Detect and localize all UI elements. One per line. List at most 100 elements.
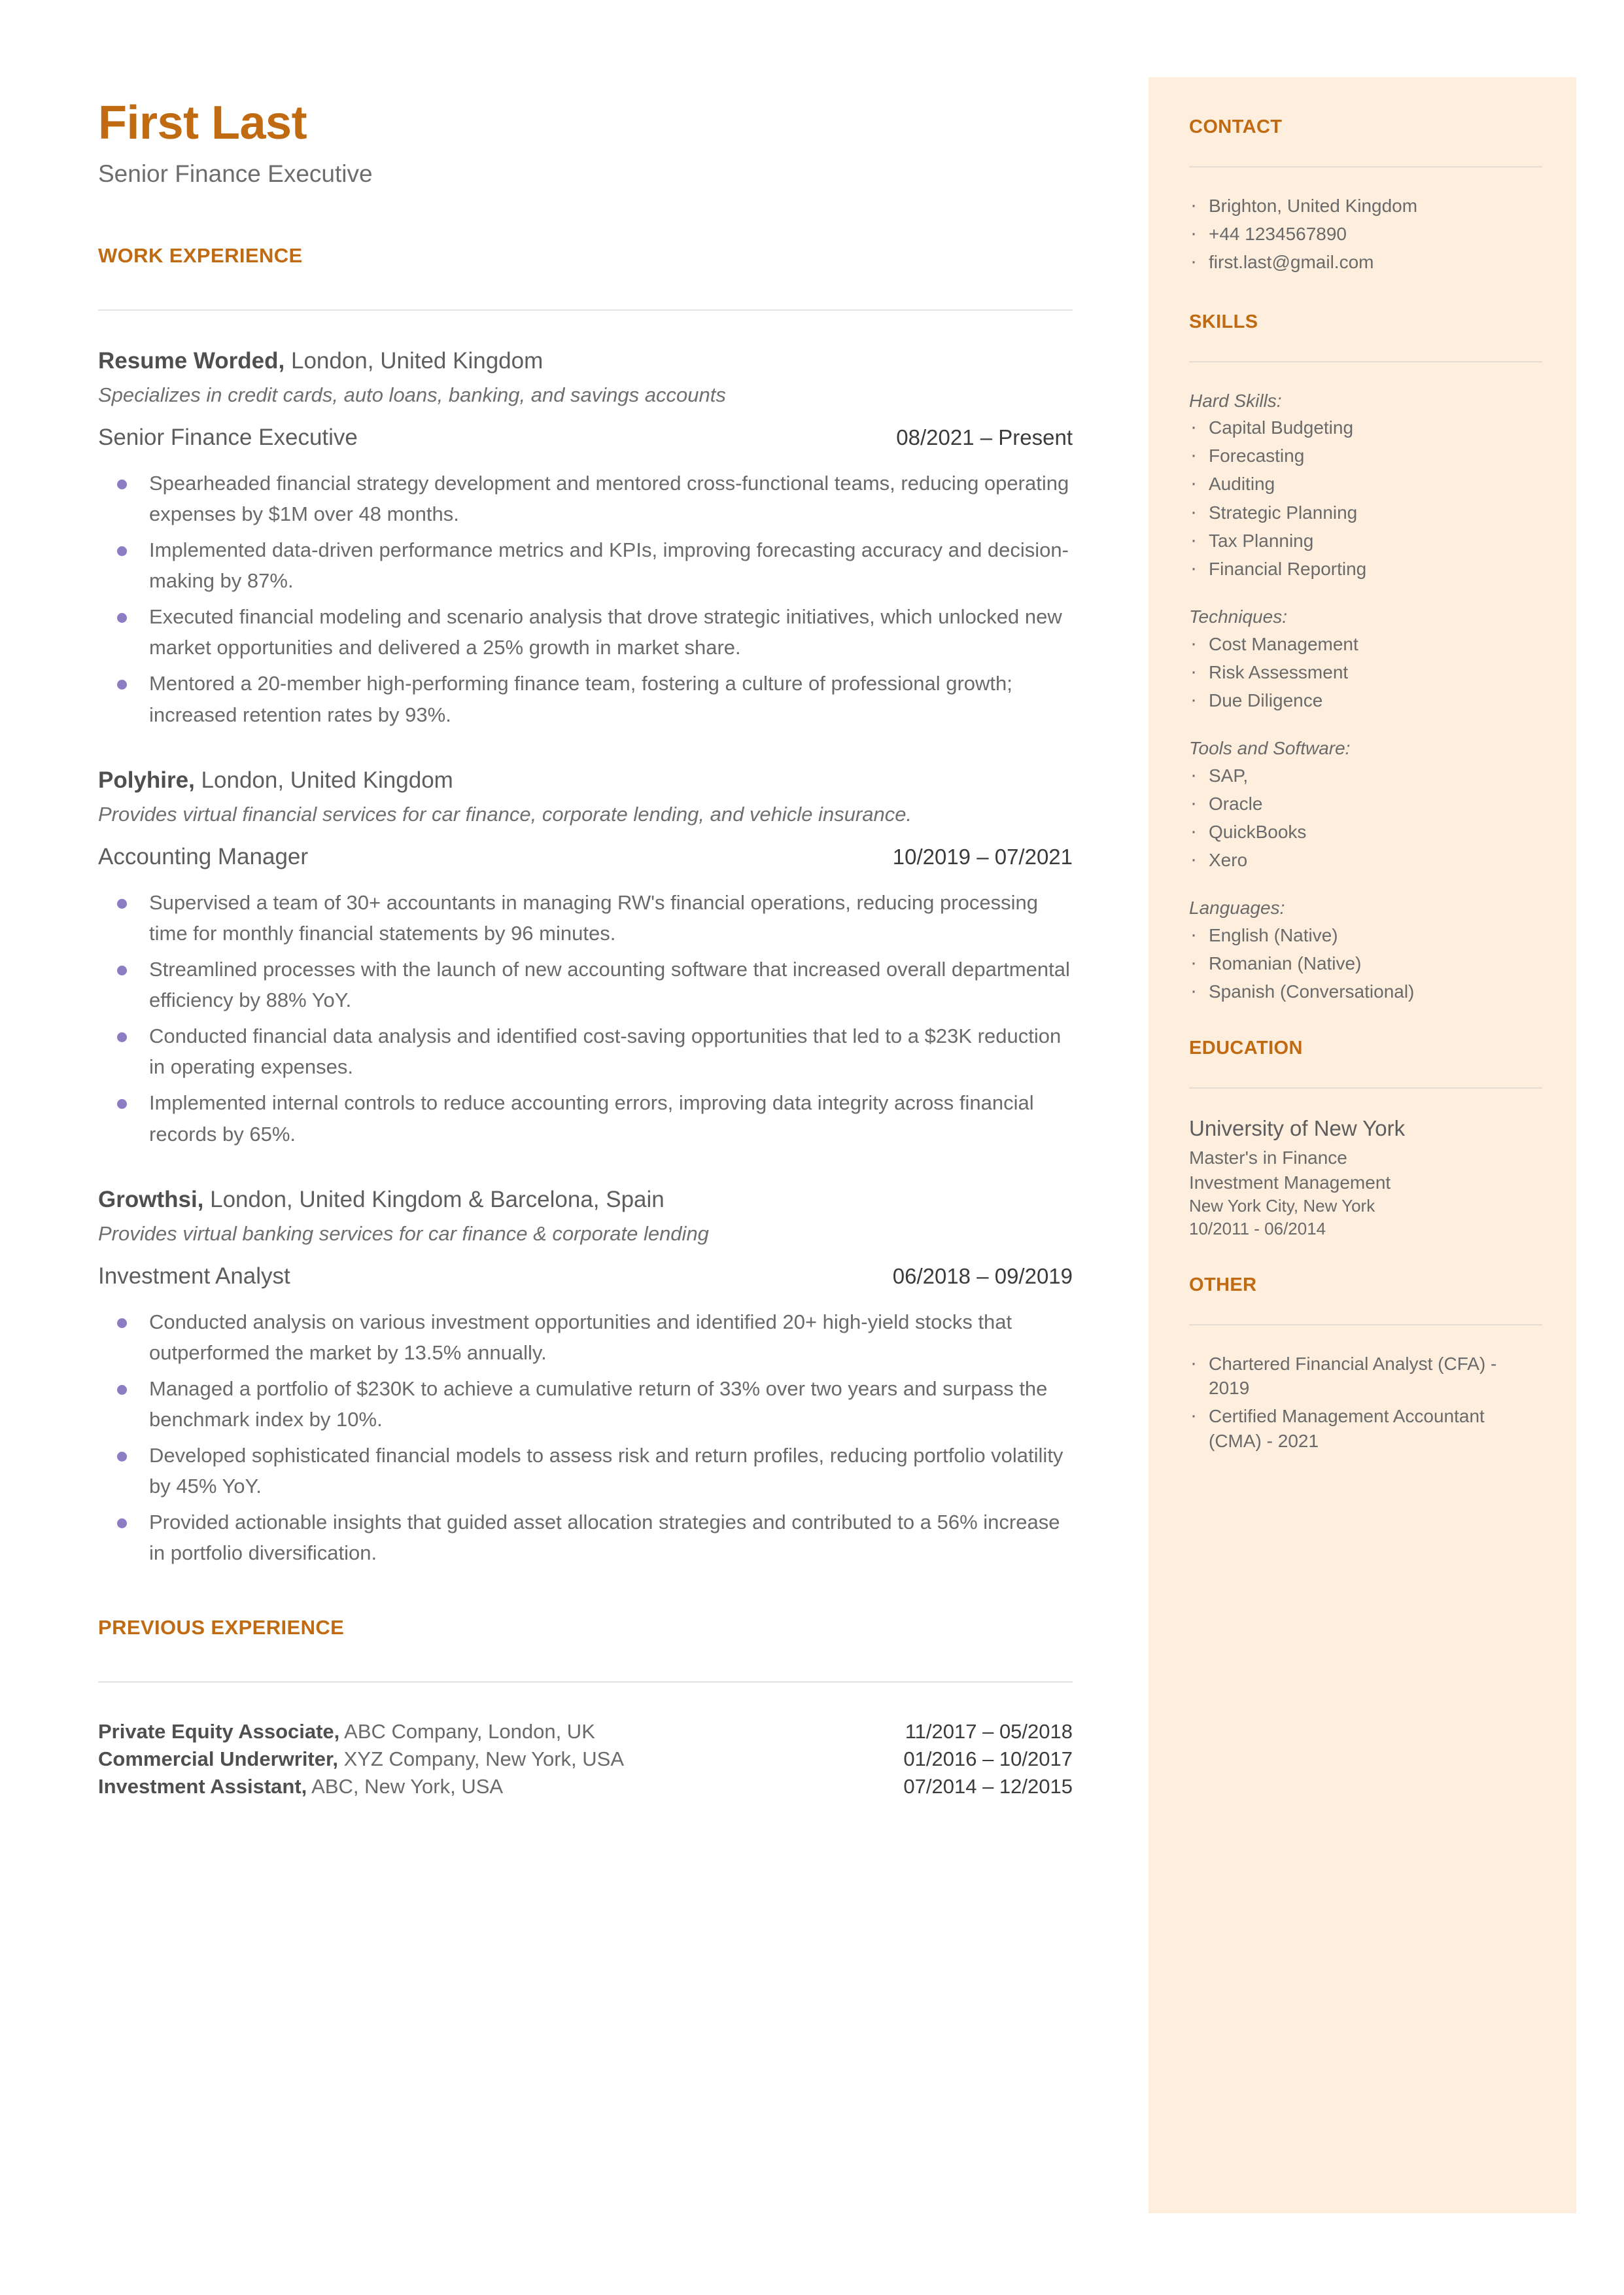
job-title-row: Accounting Manager 10/2019 – 07/2021 xyxy=(98,844,1073,870)
professional-headline: Senior Finance Executive xyxy=(98,160,373,188)
skill-item: Xero xyxy=(1189,847,1542,873)
work-experience-entry: Resume Worded, London, United Kingdom Spe… xyxy=(98,346,1073,730)
job-company-name: Resume Worded, xyxy=(98,347,285,374)
skills-group: Techniques: Cost ManagementRisk Assessmen… xyxy=(1189,604,1542,714)
skills-group-label: Techniques: xyxy=(1189,606,1287,627)
previous-role-title: Private Equity Associate, xyxy=(98,1719,340,1743)
sidebar-divider xyxy=(1189,1087,1542,1089)
job-bullet-list: Conducted analysis on various investment… xyxy=(98,1306,1073,1569)
skills-group-label: Tools and Software: xyxy=(1189,738,1351,759)
sidebar-heading-education: EDUCATION xyxy=(1189,1038,1303,1059)
job-bullet: Implemented internal controls to reduce … xyxy=(98,1087,1073,1149)
skill-item: QuickBooks xyxy=(1189,818,1542,845)
job-bullet: Developed sophisticated financial models… xyxy=(98,1440,1073,1501)
job-bullet: Executed financial modeling and scenario… xyxy=(98,601,1073,663)
sidebar-heading-other: OTHER xyxy=(1189,1274,1257,1295)
skills-group-list: Cost ManagementRisk AssessmentDue Dilige… xyxy=(1189,631,1542,714)
job-bullet: Mentored a 20-member high-performing fin… xyxy=(98,668,1073,729)
skills-group-label: Languages: xyxy=(1189,898,1285,919)
education-entry: University of New York Master's in Finan… xyxy=(1189,1115,1542,1240)
job-location: London, United Kingdom & Barcelona, Spai… xyxy=(203,1186,665,1212)
skills-group: Languages: English (Native)Romanian (Nati… xyxy=(1189,896,1542,1004)
education-dates: 10/2011 - 06/2014 xyxy=(1189,1219,1326,1239)
previous-role-dates: 07/2014 – 12/2015 xyxy=(903,1774,1073,1798)
skills-group: Tools and Software: SAP,OracleQuickBooksX… xyxy=(1189,736,1542,873)
job-location: London, United Kingdom xyxy=(285,347,544,374)
job-company-name: Growthsi, xyxy=(98,1186,204,1212)
job-title: Accounting Manager xyxy=(98,843,309,869)
skill-item: Cost Management xyxy=(1189,631,1542,657)
page-title: First Last xyxy=(98,97,307,149)
education-degree: Master's in Finance xyxy=(1189,1148,1347,1168)
job-bullet: Spearheaded financial strategy developme… xyxy=(98,468,1073,529)
skill-item: Romanian (Native) xyxy=(1189,950,1542,976)
job-location: London, United Kingdom xyxy=(194,767,453,793)
sidebar-divider xyxy=(1189,1323,1542,1325)
job-bullet: Provided actionable insights that guided… xyxy=(98,1507,1073,1568)
section-heading-previous-experience: PREVIOUS EXPERIENCE xyxy=(98,1615,345,1639)
job-title-row: Senior Finance Executive 08/2021 – Presen… xyxy=(98,425,1073,451)
section-divider xyxy=(98,1681,1073,1683)
education-focus: Investment Management xyxy=(1189,1172,1391,1193)
job-company-description: Specializes in credit cards, auto loans,… xyxy=(98,383,726,407)
job-bullet: Supervised a team of 30+ accountants in … xyxy=(98,887,1073,949)
previous-role-title: Commercial Underwriter, xyxy=(98,1747,338,1770)
skill-item: Tax Planning xyxy=(1189,527,1542,553)
job-dates: 08/2021 – Present xyxy=(896,425,1073,449)
skill-item: Auditing xyxy=(1189,470,1542,497)
other-item: Certified Management Accountant (CMA) - … xyxy=(1189,1403,1542,1452)
work-experience-list: Resume Worded, London, United Kingdom Spe… xyxy=(98,346,1073,1569)
education-location: New York City, New York xyxy=(1189,1196,1375,1216)
sidebar-heading-contact: CONTACT xyxy=(1189,116,1283,137)
sidebar-heading-skills: SKILLS xyxy=(1189,311,1258,332)
work-experience-entry: Polyhire, London, United Kingdom Provides… xyxy=(98,765,1073,1149)
job-company: Polyhire, London, United Kingdom xyxy=(98,765,1073,796)
job-bullet: Managed a portfolio of $230K to achieve … xyxy=(98,1373,1073,1435)
skills-group-list: English (Native)Romanian (Native)Spanish… xyxy=(1189,922,1542,1005)
previous-role: Investment Assistant, ABC, New York, USA xyxy=(98,1773,503,1800)
previous-experience-row: Commercial Underwriter, XYZ Company, New… xyxy=(98,1745,1073,1773)
work-experience-entry: Growthsi, London, United Kingdom & Barce… xyxy=(98,1185,1073,1569)
skills-group-list: SAP,OracleQuickBooksXero xyxy=(1189,762,1542,873)
skill-item: Capital Budgeting xyxy=(1189,414,1542,440)
job-bullet-list: Supervised a team of 30+ accountants in … xyxy=(98,887,1073,1149)
resume-sidebar: CONTACT Brighton, United Kingdom+44 1234… xyxy=(1149,77,1576,2213)
job-company-name: Polyhire, xyxy=(98,767,195,793)
previous-experience-list: Private Equity Associate, ABC Company, L… xyxy=(98,1718,1073,1800)
education-school: University of New York xyxy=(1189,1116,1406,1141)
previous-role-detail: XYZ Company, New York, USA xyxy=(337,1747,625,1770)
job-company-description: Provides virtual banking services for ca… xyxy=(98,1222,709,1246)
skill-item: English (Native) xyxy=(1189,922,1542,948)
resume-main-column: First Last Senior Finance Executive WORK… xyxy=(98,98,1073,1800)
other-item: Chartered Financial Analyst (CFA) - 2019 xyxy=(1189,1350,1542,1400)
section-divider xyxy=(98,309,1073,311)
skills-group-list: Capital BudgetingForecastingAuditingStra… xyxy=(1189,414,1542,582)
previous-role: Private Equity Associate, ABC Company, L… xyxy=(98,1718,595,1745)
job-dates: 10/2019 – 07/2021 xyxy=(892,844,1073,869)
sidebar-divider xyxy=(1189,166,1542,167)
contact-item: first.last@gmail.com xyxy=(1189,249,1542,275)
skills-group-label: Hard Skills: xyxy=(1189,390,1282,411)
job-dates: 06/2018 – 09/2019 xyxy=(892,1263,1073,1288)
sidebar-divider xyxy=(1189,360,1542,362)
previous-role-title: Investment Assistant, xyxy=(98,1774,307,1798)
previous-experience-row: Private Equity Associate, ABC Company, L… xyxy=(98,1718,1073,1745)
previous-role-detail: ABC, New York, USA xyxy=(307,1774,504,1798)
skills-group: Hard Skills: Capital BudgetingForecasting… xyxy=(1189,389,1542,582)
skill-item: Forecasting xyxy=(1189,442,1542,468)
section-heading-work-experience: WORK EXPERIENCE xyxy=(98,243,303,267)
previous-experience-row: Investment Assistant, ABC, New York, USA… xyxy=(98,1773,1073,1800)
other-list: Chartered Financial Analyst (CFA) - 2019… xyxy=(1189,1350,1542,1453)
skill-item: Risk Assessment xyxy=(1189,659,1542,685)
skill-item: Oracle xyxy=(1189,790,1542,816)
skills-groups: Hard Skills: Capital BudgetingForecasting… xyxy=(1189,389,1542,1005)
job-bullet: Streamlined processes with the launch of… xyxy=(98,954,1073,1015)
skill-item: Financial Reporting xyxy=(1189,555,1542,582)
job-bullet-list: Spearheaded financial strategy developme… xyxy=(98,468,1073,730)
contact-list: Brighton, United Kingdom+44 1234567890fi… xyxy=(1189,192,1542,275)
job-bullet: Conducted analysis on various investment… xyxy=(98,1306,1073,1368)
job-company-description: Provides virtual financial services for … xyxy=(98,803,912,826)
skill-item: SAP, xyxy=(1189,762,1542,788)
job-company: Resume Worded, London, United Kingdom xyxy=(98,346,1073,377)
contact-item: +44 1234567890 xyxy=(1189,220,1542,247)
